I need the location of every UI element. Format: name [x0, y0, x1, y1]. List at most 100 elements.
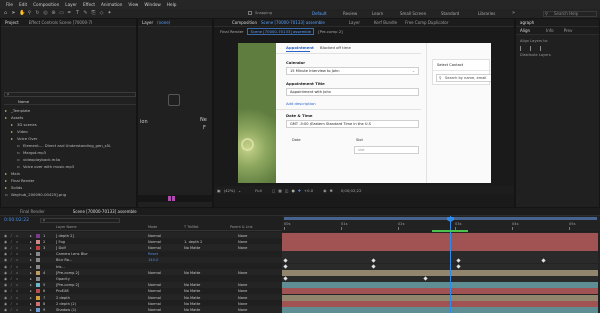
time-ruler[interactable]: 00s 01s 02s 03s 04s 05s: [282, 216, 600, 231]
label-color-swatch[interactable]: [36, 276, 40, 281]
selection-tool-icon[interactable]: ➤: [11, 11, 16, 16]
lock-icon[interactable]: ▫: [16, 277, 18, 281]
layer-name[interactable]: Iris...: [56, 265, 65, 269]
label-color-swatch[interactable]: [36, 252, 40, 257]
layer-name[interactable]: [Pre-comp 2]: [56, 283, 79, 287]
project-folder-item[interactable]: ▸ Assets: [1, 114, 138, 121]
eye-icon[interactable]: ◉: [4, 302, 7, 306]
label-color-swatch[interactable]: [36, 264, 40, 269]
audio-icon[interactable]: ♪: [10, 252, 12, 256]
workspace-review[interactable]: Review: [343, 11, 357, 16]
eye-icon[interactable]: ◉: [4, 277, 7, 281]
workspace-small-screen[interactable]: Small Screen: [400, 11, 426, 16]
project-folder-item[interactable]: ▸ Final Render: [1, 177, 138, 184]
layer-name[interactable]: 2 depth: [56, 296, 70, 300]
timeline-search-input[interactable]: ρ: [40, 218, 120, 223]
tab-preview[interactable]: Prev: [564, 28, 573, 33]
layer-mode[interactable]: Normal: [148, 308, 161, 312]
eye-icon[interactable]: ◉: [4, 246, 7, 250]
layer-duration-bar[interactable]: [282, 306, 598, 313]
tab-info[interactable]: Info: [546, 28, 554, 33]
eye-icon[interactable]: ◉: [4, 283, 7, 287]
lock-icon[interactable]: ▫: [16, 252, 18, 256]
tab-paragraph[interactable]: agraph: [520, 20, 534, 25]
project-folder-item[interactable]: ▸ Voice Over: [1, 135, 138, 142]
menu-file[interactable]: File: [6, 2, 13, 7]
workspace-learn[interactable]: Learn: [372, 11, 383, 16]
layer-trkmat[interactable]: 1. depth 2: [184, 240, 202, 244]
audio-icon[interactable]: ♪: [10, 277, 12, 281]
audio-icon[interactable]: ♪: [10, 308, 12, 312]
rectangle-tool-icon[interactable]: ▭: [59, 11, 64, 16]
audio-icon[interactable]: ♪: [10, 258, 12, 262]
tab-layer[interactable]: Layer: [142, 20, 153, 25]
lock-icon[interactable]: ▫: [16, 271, 18, 275]
tab-composition[interactable]: Composition: [232, 20, 257, 25]
layer-trkmat[interactable]: No Matte: [184, 289, 200, 293]
expand-icon[interactable]: ▸: [30, 271, 32, 275]
layer-trkmat[interactable]: No Matte: [184, 308, 200, 312]
layer-mode[interactable]: Normal: [148, 240, 161, 244]
timeline-timecode[interactable]: 0:00:02:22: [4, 218, 29, 223]
layer-name[interactable]: [ Fog: [56, 240, 65, 244]
label-color-swatch[interactable]: [36, 295, 40, 300]
eye-icon[interactable]: ◉: [4, 308, 7, 312]
eraser-tool-icon[interactable]: ◇: [99, 11, 104, 16]
layer-name-header[interactable]: Layer Name: [56, 225, 77, 229]
magnification-select[interactable]: (42%): [224, 188, 235, 193]
magnification-chevron-icon[interactable]: ⌄: [238, 188, 241, 193]
layer-mode[interactable]: Normal: [148, 296, 161, 300]
camera-tool-icon[interactable]: ◎: [43, 11, 48, 16]
layer-parent[interactable]: None: [238, 240, 247, 244]
lock-icon[interactable]: ▫: [16, 265, 18, 269]
align-right-icon[interactable]: [540, 46, 546, 51]
expand-icon[interactable]: ▸: [30, 240, 32, 244]
tab-scene-assemble[interactable]: Scene [70000-70133] assemble: [73, 209, 137, 214]
appointment-title-input[interactable]: Appointment with John: [286, 88, 419, 96]
audio-icon[interactable]: ♪: [10, 271, 12, 275]
layer-trkmat[interactable]: No Matte: [184, 271, 200, 275]
tab-comp-layer[interactable]: Layer: [349, 20, 360, 25]
breadcrumb-precomp[interactable]: [Pre-comp 2]: [318, 29, 343, 34]
project-folder-item[interactable]: ▸ Main: [1, 170, 138, 177]
audio-icon[interactable]: ♪: [10, 246, 12, 250]
expand-icon[interactable]: ▸: [30, 289, 32, 293]
trkmat-header[interactable]: T TrkMat: [184, 225, 198, 229]
audio-icon[interactable]: ♪: [10, 289, 12, 293]
layer-parent[interactable]: None: [238, 289, 247, 293]
layer-name[interactable]: Camera Lens Blur: [56, 252, 88, 256]
label-color-swatch[interactable]: [36, 283, 40, 288]
layer-name[interactable]: [Pre-comp 2]: [56, 271, 79, 275]
audio-icon[interactable]: ♪: [10, 234, 12, 238]
project-folder-item[interactable]: ▸ _Template: [1, 107, 138, 114]
lock-icon[interactable]: ▫: [16, 296, 18, 300]
layer-duration-bar[interactable]: [282, 294, 598, 301]
project-folder-item[interactable]: ▸ Video: [1, 128, 138, 135]
tab-final-render[interactable]: Final Render: [20, 209, 45, 214]
menu-edit[interactable]: Edit: [19, 2, 27, 7]
workspace-default[interactable]: Default: [312, 11, 327, 16]
layer-parent[interactable]: None: [238, 308, 247, 312]
stamp-tool-icon[interactable]: ⎘: [91, 11, 96, 16]
eye-icon[interactable]: ◉: [4, 258, 7, 262]
search-help-input[interactable]: Search Help: [543, 11, 597, 17]
timezone-select[interactable]: GMT -5:00 (Eastern Standard Time in the …: [286, 120, 419, 128]
menu-view[interactable]: View: [128, 2, 138, 7]
layer-name[interactable]: [ depth 2]: [56, 234, 74, 238]
mode-header[interactable]: Mode: [148, 225, 157, 229]
lock-icon[interactable]: ▫: [16, 302, 18, 306]
layer-duration-bar[interactable]: [282, 232, 598, 239]
pen-tool-icon[interactable]: ✒: [67, 11, 72, 16]
align-left-icon[interactable]: [520, 46, 526, 51]
layer-name[interactable]: Blur Ra...: [56, 258, 72, 262]
expand-icon[interactable]: ▸: [30, 234, 32, 238]
show-snapshot-icon[interactable]: ✱: [330, 188, 333, 193]
brush-tool-icon[interactable]: ✎: [83, 11, 88, 16]
layer-parent[interactable]: None: [238, 302, 247, 306]
contact-search-input[interactable]: ⚲ Search by name, email: [436, 74, 491, 82]
eye-icon[interactable]: ◉: [4, 265, 7, 269]
add-description-link[interactable]: Add description: [286, 101, 316, 106]
calendar-select[interactable]: 15 Minute Interview to John ⌄: [286, 67, 419, 75]
snapshot-icon[interactable]: ◉: [323, 188, 326, 193]
layer-duration-bar[interactable]: [282, 300, 598, 307]
